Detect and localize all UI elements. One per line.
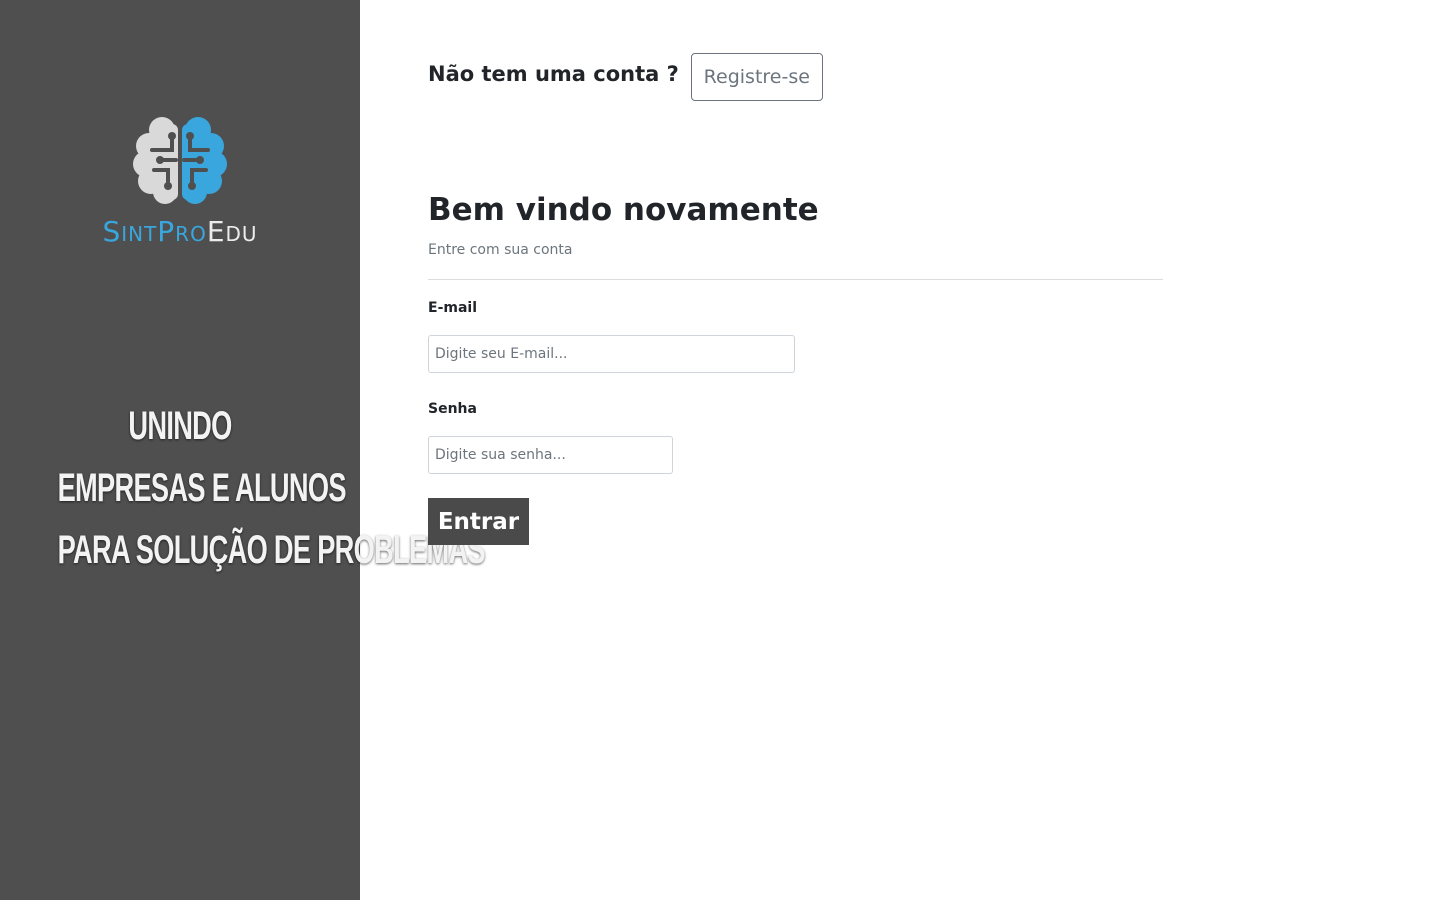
page-title: Bem vindo novamente <box>428 192 819 228</box>
divider <box>428 279 1163 280</box>
page-subtitle: Entre com sua conta <box>428 242 573 258</box>
brand-logo: SintProEdu <box>0 110 360 248</box>
login-button[interactable]: Entrar <box>428 498 529 545</box>
register-prompt: Não tem uma conta ? Registre-se <box>428 53 823 101</box>
brain-circuit-icon <box>133 116 227 204</box>
tagline-line: PARA SOLUÇÃO DE PROBLEMAS <box>57 528 486 572</box>
no-account-text: Não tem uma conta ? <box>428 62 679 86</box>
tagline-line: EMPRESAS E ALUNOS <box>57 466 347 510</box>
email-label: E-mail <box>428 300 478 316</box>
tagline-line: UNINDO <box>128 404 232 448</box>
brand-name: SintProEdu <box>0 216 360 248</box>
password-field[interactable] <box>428 436 673 474</box>
brand-name-part-b: Edu <box>206 215 258 248</box>
register-button[interactable]: Registre-se <box>690 53 823 101</box>
password-label: Senha <box>428 401 477 417</box>
brand-name-part-a: SintPro <box>102 215 207 248</box>
tagline: UNINDO EMPRESAS E ALUNOS PARA SOLUÇÃO DE… <box>0 395 486 581</box>
sidebar: SintProEdu UNINDO EMPRESAS E ALUNOS PARA… <box>0 0 486 900</box>
email-field[interactable] <box>428 335 795 373</box>
